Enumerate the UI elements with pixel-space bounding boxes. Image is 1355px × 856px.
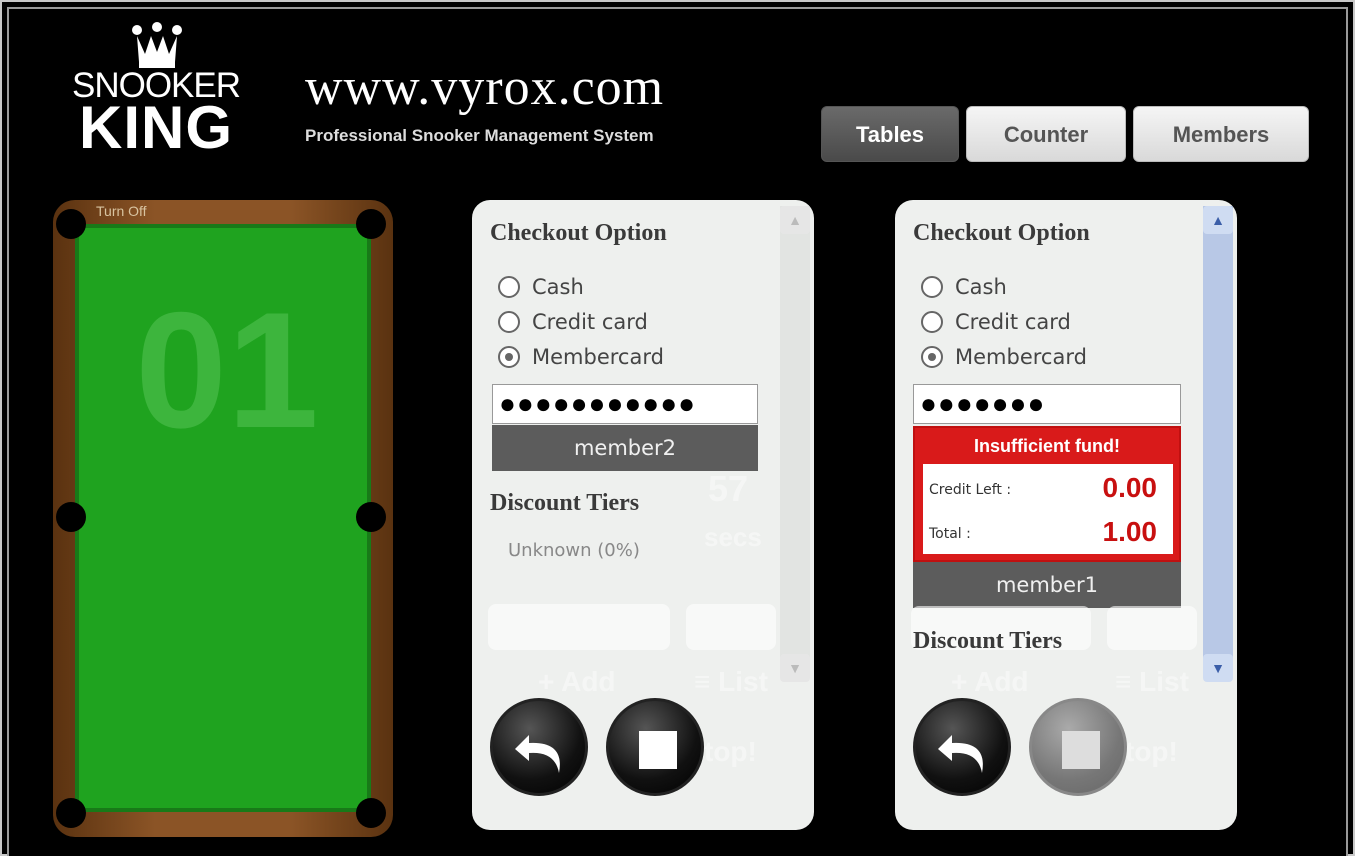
undo-button[interactable] [490, 698, 588, 796]
total-value: 1.00 [1102, 516, 1158, 547]
checkout-panel-2: Checkout Option Cash Credit card Memberc… [895, 200, 1237, 830]
undo-button[interactable] [913, 698, 1011, 796]
discount-tier-value: Unknown (0%) [508, 540, 640, 561]
scroll-up-arrow-icon[interactable]: ▲ [780, 206, 810, 234]
radio-circle-checked[interactable] [498, 346, 520, 368]
panel-title: Checkout Option [913, 220, 1090, 246]
alert-body: Credit Left : 0.00 Total : 1.00 [923, 464, 1173, 554]
member-name-bar[interactable]: member1 [913, 562, 1181, 608]
scroll-down-arrow-icon[interactable]: ▼ [1203, 654, 1233, 682]
ghost-stop: top! [704, 736, 757, 767]
stop-icon [1062, 731, 1100, 769]
credit-left-value: 0.00 [1102, 472, 1158, 503]
undo-icon [515, 735, 560, 773]
snooker-king-logo: SNOOKER KING [65, 22, 247, 162]
pocket-middle-right [356, 502, 386, 532]
radio-label: Credit card [955, 310, 1071, 334]
radio-circle[interactable] [921, 311, 943, 333]
scrollbar[interactable]: ▲ ▼ [780, 206, 810, 682]
stop-button[interactable] [606, 698, 704, 796]
tab-counter[interactable]: Counter [966, 106, 1126, 162]
panel-title: Checkout Option [490, 220, 667, 246]
radio-circle[interactable] [498, 276, 520, 298]
insufficient-fund-alert: Insufficient fund! Credit Left : 0.00 To… [913, 426, 1181, 562]
member-password-input[interactable]: ●●●●●●● [913, 384, 1181, 424]
pocket-top-right [356, 209, 386, 239]
tab-tables[interactable]: Tables [821, 106, 959, 162]
tab-members[interactable]: Members [1133, 106, 1309, 162]
radio-cash[interactable]: Cash [498, 272, 584, 302]
checkout-panel-1: Checkout Option Cash Credit card Memberc… [472, 200, 814, 830]
scroll-down-arrow-icon[interactable]: ▼ [780, 654, 810, 682]
snooker-table-01[interactable]: Turn Off 01 [53, 200, 393, 837]
radio-label: Cash [955, 275, 1007, 299]
discount-tiers-title: Discount Tiers [913, 628, 1063, 654]
stop-icon [639, 731, 677, 769]
discount-tiers-title: Discount Tiers [490, 490, 640, 516]
radio-label: Credit card [532, 310, 648, 334]
stop-button[interactable] [1029, 698, 1127, 796]
pocket-bottom-left [56, 798, 86, 828]
ghost-qty [1107, 606, 1197, 650]
ghost-qty [686, 604, 776, 650]
ghost-add: + Add [951, 666, 1029, 697]
radio-membercard[interactable]: Membercard [498, 342, 664, 372]
ghost-list: ≡ List [694, 666, 768, 697]
radio-circle[interactable] [498, 311, 520, 333]
ghost-list: ≡ List [1115, 666, 1189, 697]
scroll-up-arrow-icon[interactable]: ▲ [1203, 206, 1233, 234]
ghost-select [488, 604, 670, 650]
scrollbar[interactable]: ▲ ▼ [1203, 206, 1233, 682]
ghost-secs-value: 57 [708, 468, 749, 509]
radio-circle-checked[interactable] [921, 346, 943, 368]
turn-off-link[interactable]: Turn Off [96, 203, 147, 219]
member-name-bar[interactable]: member2 [492, 425, 758, 471]
radio-cash[interactable]: Cash [921, 272, 1007, 302]
table-felt: 01 [75, 224, 371, 812]
ghost-secs-label: secs [704, 522, 762, 552]
radio-label: Membercard [955, 345, 1087, 369]
total-label: Total : [929, 526, 971, 542]
pocket-middle-left [56, 502, 86, 532]
pocket-bottom-right [356, 798, 386, 828]
alert-title: Insufficient fund! [974, 436, 1120, 456]
site-subtitle: Professional Snooker Management System [305, 126, 654, 145]
radio-membercard[interactable]: Membercard [921, 342, 1087, 372]
radio-label: Cash [532, 275, 584, 299]
radio-label: Membercard [532, 345, 664, 369]
crown-icon [132, 22, 182, 68]
site-url: www.vyrox.com [305, 59, 665, 116]
table-number: 01 [135, 278, 319, 462]
credit-left-label: Credit Left : [929, 482, 1012, 498]
logo-text-bottom: KING [79, 94, 233, 161]
pocket-top-left [56, 209, 86, 239]
radio-credit-card[interactable]: Credit card [498, 307, 648, 337]
undo-icon [938, 735, 983, 773]
ghost-stop: top! [1125, 736, 1178, 767]
ghost-add: + Add [538, 666, 616, 697]
member-password-input[interactable]: ●●●●●●●●●●● [492, 384, 758, 424]
radio-credit-card[interactable]: Credit card [921, 307, 1071, 337]
radio-circle[interactable] [921, 276, 943, 298]
